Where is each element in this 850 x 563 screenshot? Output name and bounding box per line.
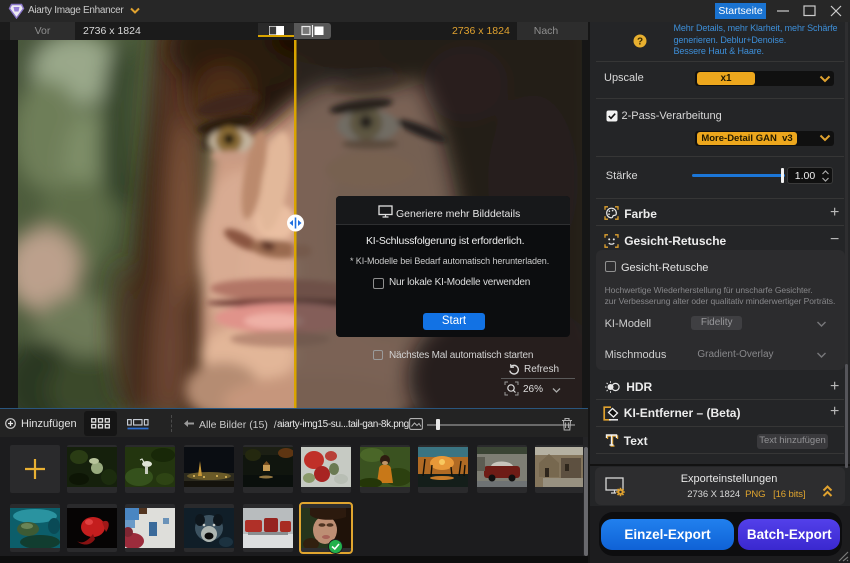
svg-text:?: ? <box>637 37 643 48</box>
